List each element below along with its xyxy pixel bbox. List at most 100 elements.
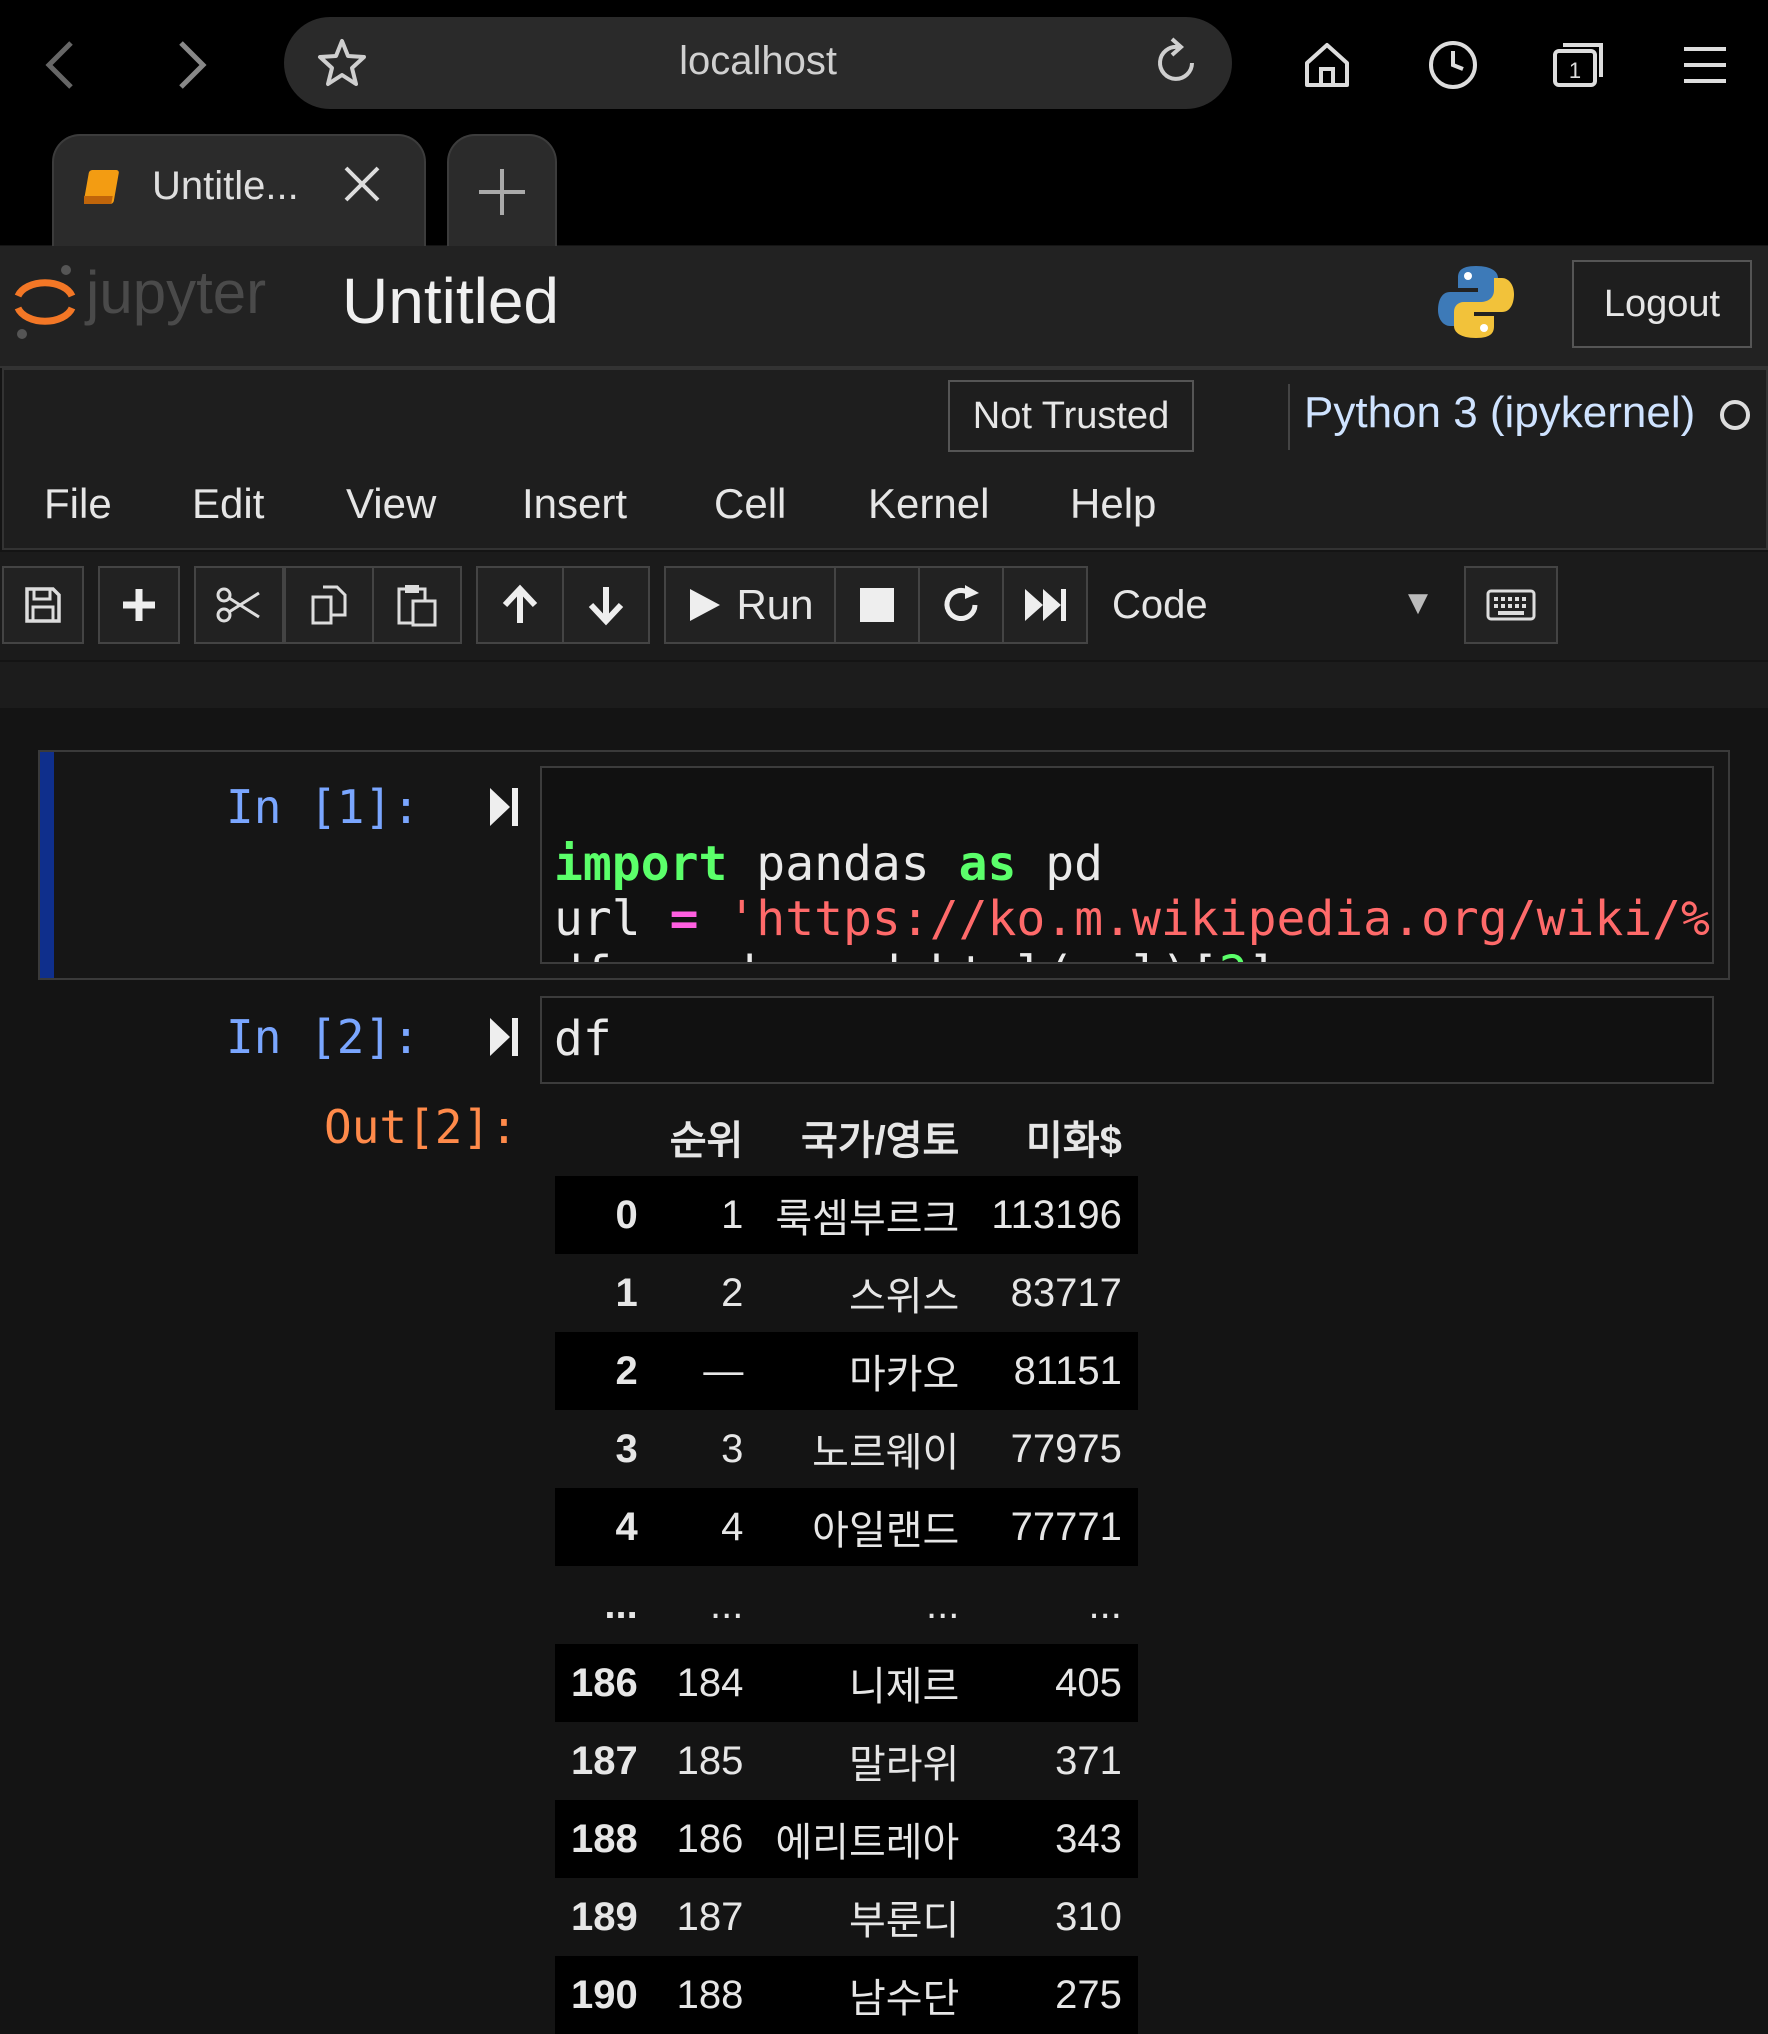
- table-row: 4 4 아일랜드 77771: [555, 1488, 1138, 1566]
- back-button[interactable]: [26, 30, 96, 100]
- table-cell: 아일랜드: [812, 1509, 960, 1553]
- run-all-button[interactable]: [1002, 566, 1088, 644]
- restart-button[interactable]: [918, 566, 1004, 644]
- jupyter-logo-icon[interactable]: [10, 260, 80, 344]
- row-index: 1: [615, 1270, 638, 1315]
- table-cell: 275: [1055, 1972, 1122, 2017]
- selected-cell-indicator: [40, 752, 54, 978]
- table-cell: 310: [1055, 1894, 1122, 1939]
- menu-kernel[interactable]: Kernel: [868, 480, 989, 528]
- notebook-title[interactable]: Untitled: [342, 264, 559, 338]
- copy-icon: [311, 585, 347, 625]
- table-cell: 405: [1055, 1660, 1122, 1705]
- toolbar-divider: [0, 662, 1768, 708]
- row-index: 190: [571, 1972, 638, 2017]
- save-icon: [25, 587, 61, 623]
- row-index: 4: [615, 1504, 638, 1549]
- table-cell: 81151: [1013, 1348, 1122, 1393]
- url-text: localhost: [679, 39, 837, 83]
- row-index: 2: [615, 1348, 638, 1393]
- column-header: 순위: [669, 1119, 744, 1163]
- code-operator: =: [641, 946, 670, 963]
- copy-button[interactable]: [284, 566, 374, 644]
- row-index: ...: [604, 1582, 638, 1627]
- table-row: 0 1 룩셈부르크 113196: [555, 1176, 1138, 1254]
- browser-menu-button[interactable]: [1670, 30, 1740, 100]
- menu-edit[interactable]: Edit: [192, 480, 264, 528]
- tab-title: Untitle...: [152, 164, 299, 208]
- table-cell: 니제르: [848, 1665, 960, 1709]
- table-cell: 남수단: [848, 1977, 960, 2021]
- stop-icon: [860, 588, 894, 622]
- address-bar[interactable]: localhost: [284, 17, 1232, 109]
- run-cell-icon[interactable]: [488, 1014, 522, 1064]
- home-icon: [1305, 43, 1349, 87]
- tabs-icon: 1: [1553, 43, 1603, 87]
- code-keyword: import: [554, 836, 728, 892]
- jupyter-logo-text: jupyter: [86, 259, 267, 326]
- keyboard-shortcuts-button[interactable]: [1464, 566, 1558, 644]
- code-editor[interactable]: df: [540, 996, 1714, 1084]
- table-cell: 77975: [1010, 1426, 1122, 1471]
- cut-button[interactable]: [194, 566, 284, 644]
- table-cell: 188: [676, 1972, 744, 2017]
- cell-type-select[interactable]: Code ▼: [1098, 566, 1438, 644]
- caret-down-icon: ▼: [1408, 588, 1428, 618]
- menu-file[interactable]: File: [44, 480, 112, 528]
- divider: [1288, 384, 1290, 450]
- table-cell: ...: [1088, 1582, 1122, 1627]
- history-button[interactable]: [1418, 30, 1488, 100]
- menu-cell[interactable]: Cell: [714, 480, 786, 528]
- move-down-button[interactable]: [562, 566, 650, 644]
- run-cell-icon[interactable]: [488, 784, 522, 834]
- column-header: 미화$: [1026, 1119, 1122, 1163]
- table-cell: 4: [721, 1504, 744, 1549]
- table-cell: —: [703, 1348, 744, 1393]
- kernel-name[interactable]: Python 3 (ipykernel): [1304, 388, 1695, 438]
- table-cell: 187: [676, 1894, 744, 1939]
- forward-button[interactable]: [156, 30, 226, 100]
- row-index: 3: [615, 1426, 638, 1471]
- menubar: Not Trusted Python 3 (ipykernel) File Ed…: [2, 368, 1768, 550]
- close-icon[interactable]: [340, 162, 384, 210]
- menu-insert[interactable]: Insert: [522, 480, 627, 528]
- table-row: 187 185 말라위 371: [555, 1722, 1138, 1800]
- row-index: 186: [571, 1660, 638, 1705]
- notebook-icon: [81, 166, 128, 214]
- code-editor[interactable]: import pandas as pd url = 'https://ko.m.…: [540, 766, 1714, 964]
- restart-icon: [944, 585, 979, 621]
- interrupt-button[interactable]: [834, 566, 920, 644]
- tab-count: 1: [1569, 58, 1581, 83]
- table-row: 189 187 부룬디 310: [555, 1878, 1138, 1956]
- browser-tab[interactable]: Untitle...: [52, 134, 426, 248]
- move-down-icon: [588, 587, 624, 626]
- table-row: 186 184 니제르 405: [555, 1644, 1138, 1722]
- table-row: 1 2 스위스 83717: [555, 1254, 1138, 1332]
- input-prompt: In [2]:: [226, 1010, 420, 1064]
- plus-icon: [479, 169, 525, 215]
- move-up-button[interactable]: [476, 566, 564, 644]
- run-button[interactable]: Run: [664, 566, 836, 644]
- logout-button[interactable]: Logout: [1572, 260, 1752, 348]
- paste-icon: [397, 585, 437, 627]
- table-cell: 371: [1055, 1738, 1122, 1783]
- input-prompt: In [1]:: [226, 780, 420, 834]
- trust-indicator[interactable]: Not Trusted: [948, 380, 1194, 452]
- move-up-icon: [502, 584, 538, 623]
- add-cell-button[interactable]: [98, 566, 180, 644]
- menu-help[interactable]: Help: [1070, 480, 1156, 528]
- home-button[interactable]: [1292, 30, 1362, 100]
- reload-icon[interactable]: [1148, 35, 1204, 95]
- new-tab-button[interactable]: [447, 134, 557, 248]
- run-icon: [690, 589, 721, 621]
- menu-view[interactable]: View: [346, 480, 436, 528]
- table-cell: 3: [721, 1426, 744, 1471]
- column-header: 국가/영토: [801, 1119, 960, 1163]
- table-row: 188 186 에리트레아 343: [555, 1800, 1138, 1878]
- tabs-button[interactable]: 1: [1544, 30, 1614, 100]
- history-icon: [1429, 41, 1477, 89]
- paste-button[interactable]: [372, 566, 462, 644]
- table-row-ellipsis: ... ... ... ...: [555, 1566, 1138, 1644]
- save-button[interactable]: [2, 566, 84, 644]
- python-logo-icon: [1436, 262, 1516, 346]
